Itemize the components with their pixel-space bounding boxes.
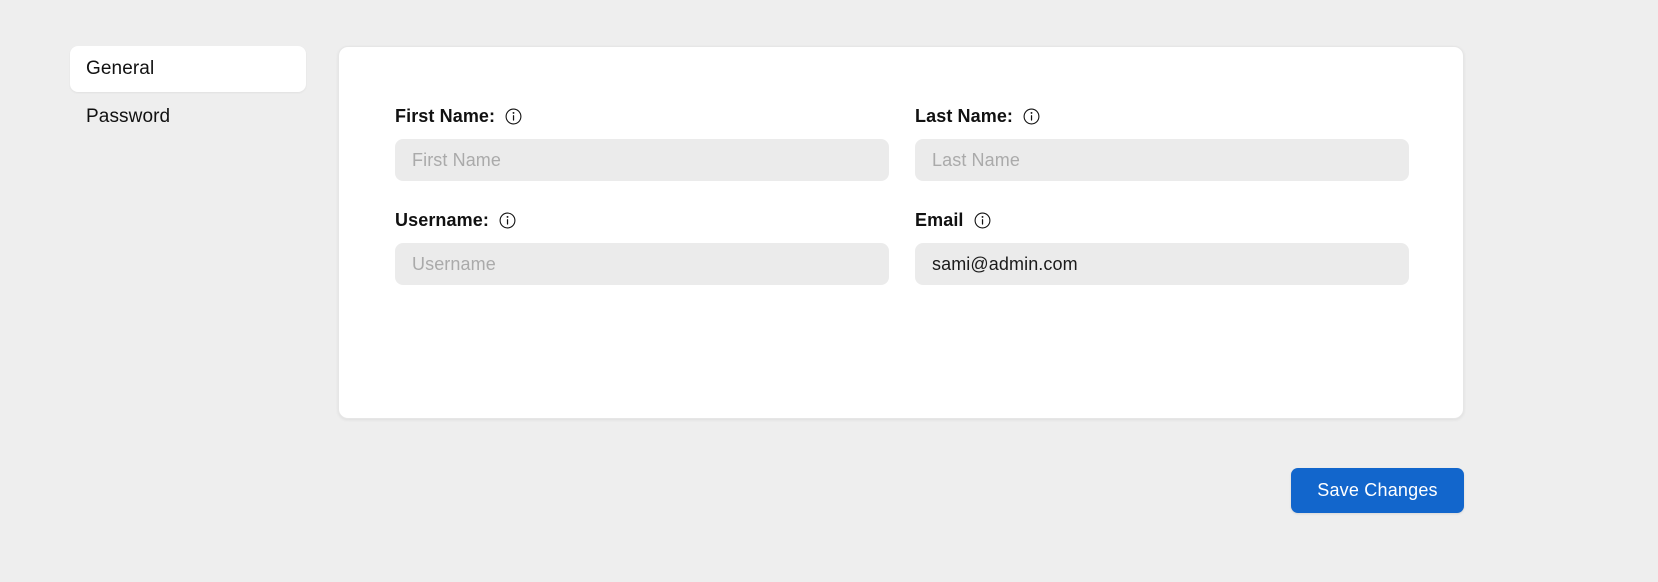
sidebar-item-general-label: General	[86, 58, 155, 79]
general-settings-card: First Name: Last Name:	[338, 46, 1464, 419]
username-input[interactable]	[395, 243, 889, 285]
field-first-name-label: First Name:	[395, 105, 496, 126]
last-name-input[interactable]	[915, 139, 1409, 181]
email-input[interactable]	[915, 243, 1409, 285]
field-username: Username:	[395, 209, 889, 285]
field-last-name-label: Last Name:	[915, 105, 1014, 126]
field-username-label-row: Username:	[395, 209, 889, 231]
save-changes-button[interactable]: Save Changes	[1291, 468, 1464, 513]
first-name-input[interactable]	[395, 139, 889, 181]
field-first-name-label-row: First Name:	[395, 105, 889, 127]
field-email: Email	[915, 209, 1409, 285]
sidebar-item-password[interactable]: Password	[70, 94, 306, 140]
info-circle-icon[interactable]	[499, 212, 516, 229]
field-username-label: Username:	[395, 209, 489, 230]
settings-page: General Password First Name: First Name …	[0, 0, 1658, 582]
info-circle-icon[interactable]	[974, 212, 991, 229]
settings-tab-list: General Password	[70, 46, 306, 140]
info-circle-icon[interactable]	[1023, 108, 1040, 125]
sidebar-item-general[interactable]: General	[70, 46, 306, 92]
sidebar-item-password-label: Password	[86, 106, 171, 127]
field-last-name-label-row: Last Name:	[915, 105, 1409, 127]
field-last-name: Last Name:	[915, 105, 1409, 181]
profile-form: First Name: Last Name:	[395, 105, 1409, 285]
field-email-label-row: Email	[915, 209, 1409, 231]
field-email-label: Email	[915, 209, 964, 230]
info-circle-icon[interactable]	[505, 108, 522, 125]
field-first-name: First Name:	[395, 105, 889, 181]
